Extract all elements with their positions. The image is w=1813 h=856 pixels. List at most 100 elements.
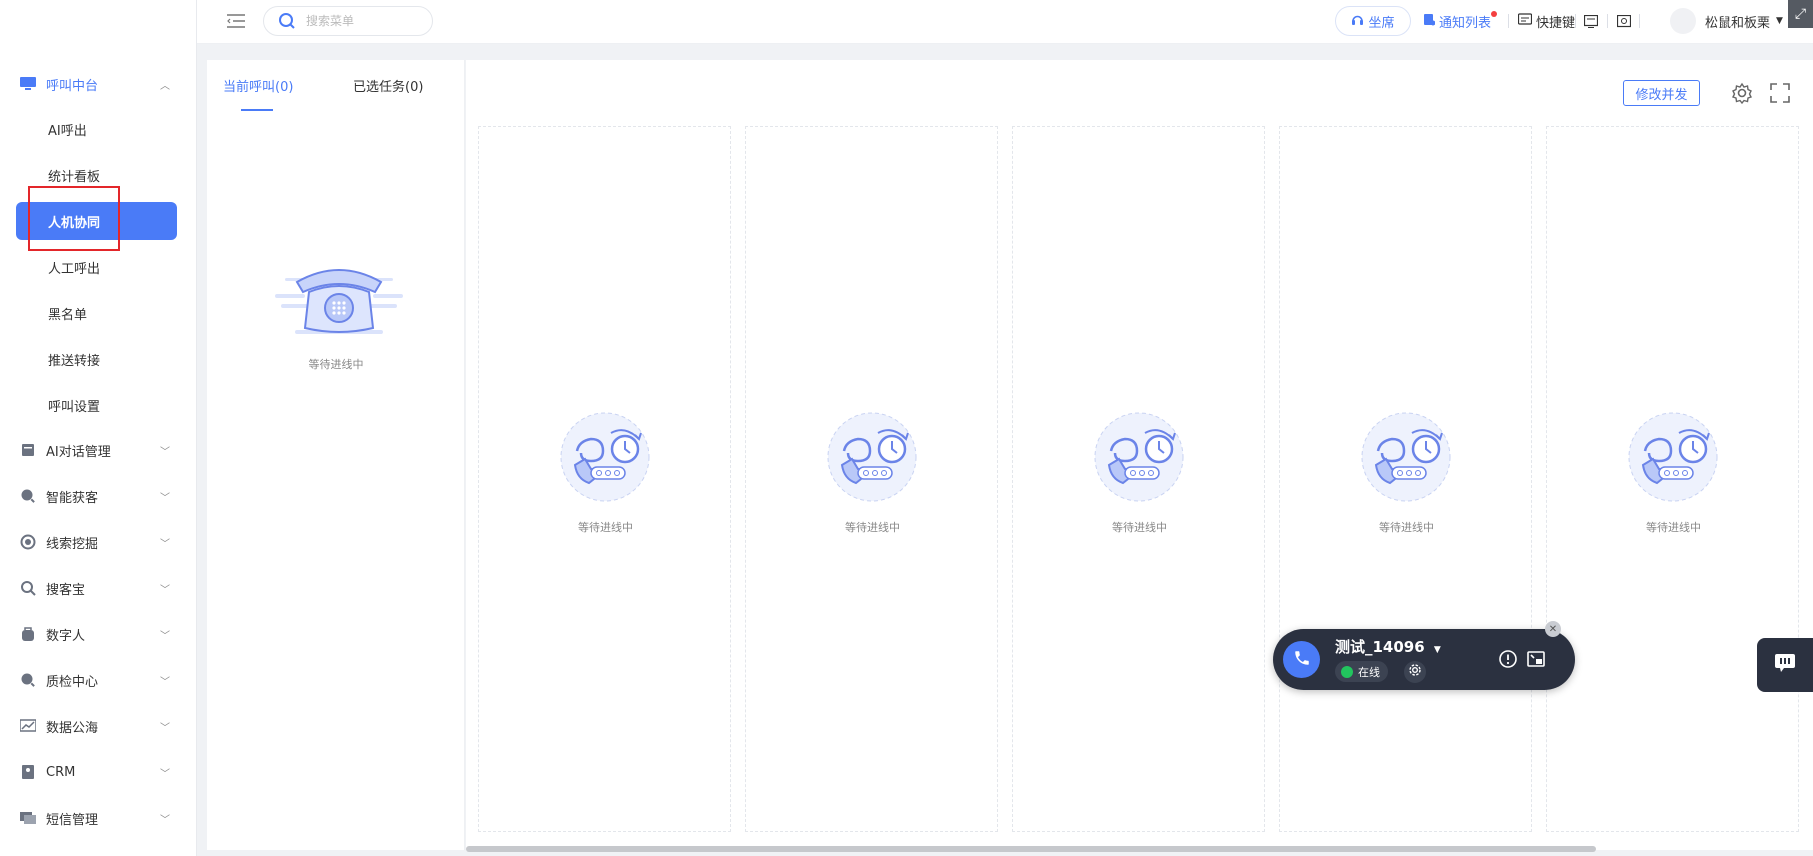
sidebar-item-label: 线索挖掘 (46, 536, 99, 552)
divider (1639, 14, 1640, 28)
seat-label: 坐席 (1368, 15, 1395, 31)
sidebar: 呼叫中台 ︿ AI呼出 统计看板 人机协同 人工呼出 黑名单 推送转接 呼叫设置… (0, 0, 197, 856)
chevron-down-icon: ﹀ (160, 446, 170, 458)
chevron-down-icon: ﹀ (160, 768, 170, 780)
sidebar-item-label: 数字人 (46, 628, 86, 644)
sidebar-item-soukebao[interactable]: 搜客宝 ﹀ (0, 568, 196, 608)
online-status-label: 在线 (1358, 665, 1380, 679)
widget-settings-button[interactable] (1404, 661, 1426, 683)
screen-icon[interactable] (1584, 0, 1598, 42)
sidebar-subitem-call-settings[interactable]: 呼叫设置 (16, 386, 177, 424)
chevron-down-icon: ﹀ (160, 630, 170, 642)
bag-icon (20, 626, 36, 642)
horizontal-scrollbar[interactable] (466, 846, 1596, 852)
feedback-button[interactable] (1757, 638, 1813, 692)
waiting-call-icon (1360, 411, 1452, 503)
chevron-up-icon: ︿ (160, 80, 170, 92)
contact-icon (20, 764, 36, 780)
sidebar-item-call-center[interactable]: 呼叫中台 ︿ (0, 64, 196, 104)
phone-button[interactable] (1283, 641, 1320, 678)
notify-list-button[interactable]: 通知列表 (1423, 0, 1491, 42)
topbar: 坐席 通知列表 快捷键 松鼠和板栗 ▼ (197, 0, 1813, 44)
online-dot-icon (1341, 665, 1353, 678)
chevron-down-icon: ﹀ (160, 584, 170, 596)
sidebar-item-ai-dialog[interactable]: AI对话管理 ﹀ (0, 430, 196, 470)
search-box (263, 6, 433, 36)
sidebar-item-sms[interactable]: 短信管理 ﹀ (0, 798, 196, 838)
sidebar-item-crm[interactable]: CRM ﹀ (0, 752, 196, 792)
shortcut-button[interactable]: 快捷键 (1517, 0, 1576, 42)
menu-collapse-icon[interactable] (227, 13, 245, 29)
sidebar-subitem-label: 人机协同 (48, 215, 101, 231)
check-search-icon (20, 672, 36, 688)
agent-selector[interactable]: 测试_14096 ▼ (1335, 636, 1441, 657)
waiting-call-icon (1627, 411, 1719, 503)
divider (1575, 14, 1576, 28)
expand-corner-icon[interactable]: ⤢ (1788, 0, 1813, 28)
notification-dot (1491, 11, 1497, 17)
sidebar-subitem-push-transfer[interactable]: 推送转接 (16, 340, 177, 378)
chevron-down-icon: ﹀ (160, 814, 170, 826)
caret-down-icon: ▼ (1433, 645, 1441, 655)
chart-icon (20, 718, 36, 734)
sidebar-subitem-blacklist[interactable]: 黑名单 (16, 294, 177, 332)
concurrency-slot: 等待进线中 (478, 126, 731, 832)
sidebar-item-label: 数据公海 (46, 720, 99, 736)
keyboard-icon (1517, 13, 1533, 29)
chevron-down-icon: ﹀ (160, 722, 170, 734)
divider (1508, 14, 1509, 28)
search-input[interactable] (306, 14, 416, 28)
sidebar-item-label: AI对话管理 (46, 444, 111, 460)
picture-in-picture-icon[interactable] (1526, 649, 1546, 669)
chevron-down-icon: ﹀ (160, 538, 170, 550)
fullscreen-icon[interactable] (1769, 82, 1791, 104)
sidebar-subitem-human-machine[interactable]: 人机协同 (16, 202, 177, 240)
sidebar-subitem-stats-board[interactable]: 统计看板 (16, 156, 177, 194)
chat-icon (1774, 653, 1796, 677)
gear-icon[interactable] (1731, 82, 1753, 105)
current-call-panel: 当前呼叫(0) 已选任务(0) 等待进线中 (207, 60, 465, 850)
sidebar-subitem-label: 推送转接 (48, 353, 101, 369)
sidebar-subitem-label: 人工呼出 (48, 261, 101, 277)
sidebar-item-smart-acquire[interactable]: 智能获客 ﹀ (0, 476, 196, 516)
user-menu[interactable]: 松鼠和板栗 ▼ (1705, 0, 1783, 42)
avatar[interactable] (1670, 8, 1696, 34)
modify-concurrency-button[interactable]: 修改并发 (1623, 80, 1700, 106)
sidebar-item-label: 搜客宝 (46, 582, 86, 598)
chevron-down-icon: ﹀ (160, 676, 170, 688)
close-icon[interactable]: ✕ (1545, 621, 1561, 637)
search-icon (278, 12, 296, 30)
lock-screen-icon[interactable] (1617, 0, 1631, 42)
chevron-down-icon: ﹀ (160, 492, 170, 504)
sidebar-subitem-label: 统计看板 (48, 169, 101, 185)
sidebar-subitem-manual-outbound[interactable]: 人工呼出 (16, 248, 177, 286)
sidebar-item-digital-human[interactable]: 数字人 ﹀ (0, 614, 196, 654)
sidebar-item-label: 智能获客 (46, 490, 99, 506)
shortcut-label: 快捷键 (1536, 15, 1576, 31)
slot-status-text: 等待进线中 (578, 521, 633, 534)
slot-status-text: 等待进线中 (1646, 521, 1701, 534)
telephone-illustration (275, 258, 403, 342)
concurrency-slot: 等待进线中 (745, 126, 998, 832)
sidebar-item-label: CRM (46, 764, 76, 780)
target-icon (20, 534, 36, 550)
bell-icon (1423, 13, 1436, 30)
info-icon[interactable] (1498, 649, 1518, 669)
tab-selected-tasks[interactable]: 已选任务(0) (353, 76, 423, 95)
agent-name: 测试_14096 (1335, 638, 1425, 656)
concurrency-slot: 等待进线中 (1012, 126, 1265, 832)
online-status-badge[interactable]: 在线 (1335, 661, 1388, 682)
sidebar-subitem-ai-outbound[interactable]: AI呼出 (16, 110, 177, 148)
sidebar-item-lead-mining[interactable]: 线索挖掘 ﹀ (0, 522, 196, 562)
seat-button[interactable]: 坐席 (1335, 6, 1411, 36)
sidebar-item-data-sea[interactable]: 数据公海 ﹀ (0, 706, 196, 746)
divider (1607, 14, 1608, 28)
tab-current-call[interactable]: 当前呼叫(0) (223, 76, 293, 95)
sidebar-item-label: 短信管理 (46, 812, 99, 828)
concurrency-slot: 等待进线中 (1279, 126, 1532, 832)
username: 松鼠和板栗 (1705, 15, 1771, 31)
zoom-icon (20, 580, 36, 596)
sidebar-item-quality-center[interactable]: 质检中心 ﹀ (0, 660, 196, 700)
message-icon (20, 810, 36, 826)
sidebar-subitem-label: 呼叫设置 (48, 399, 101, 415)
